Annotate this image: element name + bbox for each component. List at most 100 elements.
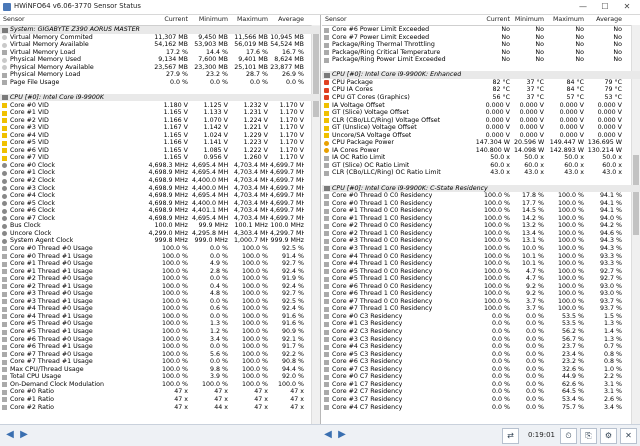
- sensor-group-header[interactable]: CPU [#0]: Intel Core i9-9900K: Enhanced: [322, 71, 640, 79]
- sensor-row[interactable]: Core #4 Thread #1 Usage 100.0 % 0.0 % 100.0…: [0, 313, 320, 321]
- sensor-row[interactable]: Physical Memory Available 23,567 MB 23,300…: [0, 64, 320, 72]
- sensor-row[interactable]: Physical Memory Used 9,134 MB 7,600 MB 9,40…: [0, 56, 320, 64]
- sensor-row[interactable]: Core #2 C3 Residency 0.0 % 0.0 % 56.2 % 1.4 …: [322, 328, 640, 336]
- sensor-row[interactable]: Core #0 Thread 0 C0 Residency 100.0 % 17.8…: [322, 192, 640, 200]
- sensor-row[interactable]: Core #7 Thread 0 C0 Residency 100.0 % 3.7 …: [322, 298, 640, 306]
- sensor-row[interactable]: Core #2 Ratio 47 x 44 x 47 x 47 x: [0, 404, 320, 412]
- col-sensor[interactable]: Sensor: [3, 15, 25, 25]
- sensor-row[interactable]: Virtual Memory Commited 11,307 MB 9,450 MB…: [0, 34, 320, 42]
- sensor-row[interactable]: Core #4 VID 1.165 V 1.024 V 1.229 V 1.170 V: [0, 132, 320, 140]
- sensor-row[interactable]: Core #4 Clock 4,698.9 MHz 4,695.4 MHz 4,703…: [0, 192, 320, 200]
- sensor-row[interactable]: CPU Package Power 147.304 W 20.596 W 149.44…: [322, 139, 640, 147]
- sensor-row[interactable]: Core #7 Thread 1 C0 Residency 100.0 % 3.7 …: [322, 305, 640, 313]
- sensor-row[interactable]: Core #6 Thread #0 Usage 100.0 % 3.4 % 100.0…: [0, 336, 320, 344]
- sensor-row[interactable]: Core #3 C3 Residency 0.0 % 0.0 % 56.7 % 1.3 …: [322, 336, 640, 344]
- sensor-row[interactable]: Core #3 VID 1.167 V 1.142 V 1.221 V 1.170 V: [0, 124, 320, 132]
- sensor-row[interactable]: Core #0 C7 Residency 0.0 % 0.0 % 44.9 % 2.2 …: [322, 373, 640, 381]
- sensor-row[interactable]: Core #5 Thread #1 Usage 100.0 % 1.2 % 100.0…: [0, 328, 320, 336]
- col-average[interactable]: Average: [270, 15, 304, 25]
- sensor-row[interactable]: Core #5 C3 Residency 0.0 % 0.0 % 23.4 % 0.8 …: [322, 351, 640, 359]
- sensor-row[interactable]: Core #5 Thread #0 Usage 100.0 % 1.3 % 100.0…: [0, 320, 320, 328]
- col-minimum[interactable]: Minimum: [514, 15, 544, 25]
- report-icon[interactable]: ⎘: [580, 428, 597, 444]
- sensor-row[interactable]: Package/Ring Power Limit Exceeded No No No N…: [322, 56, 640, 64]
- sensor-table-right[interactable]: Sensor Current Minimum Maximum Average C…: [322, 15, 640, 424]
- sensor-row[interactable]: Physical Memory Load 27.9 % 23.2 % 28.7 % 26…: [0, 71, 320, 79]
- sensor-row[interactable]: CPU IA Cores 82 °C 37 °C 84 °C 79 °C: [322, 86, 640, 94]
- sensor-row[interactable]: Core #7 VID 1.165 V 0.956 V 1.260 V 1.170 V: [0, 154, 320, 162]
- sensor-row[interactable]: Core #3 Thread 0 C0 Residency 100.0 % 13.1…: [322, 237, 640, 245]
- sensor-row[interactable]: Core #0 C3 Residency 0.0 % 0.0 % 53.5 % 1.5 …: [322, 313, 640, 321]
- sensor-row[interactable]: Core #6 Clock 4,698.9 MHz 4,401.1 MHz 4,703…: [0, 207, 320, 215]
- sensor-row[interactable]: System Agent Clock 999.8 MHz 999.0 MHz 1,00…: [0, 237, 320, 245]
- nav-forward-icon[interactable]: ▶: [18, 429, 30, 441]
- sensor-row[interactable]: GT (Slice) Voltage Offset 0.000 V 0.000 V 0…: [322, 109, 640, 117]
- sensor-row[interactable]: Core #1 Clock 4,698.9 MHz 4,695.4 MHz 4,703…: [0, 169, 320, 177]
- sensor-row[interactable]: Core #2 Thread #0 Usage 100.0 % 0.0 % 100.0…: [0, 275, 320, 283]
- sensor-row[interactable]: Max CPU/Thread Usage 100.0 % 9.8 % 100.0 % 9…: [0, 366, 320, 374]
- sensor-row[interactable]: Core #1 Thread #1 Usage 100.0 % 2.8 % 100.0…: [0, 268, 320, 276]
- sensor-row[interactable]: Core #2 Thread 1 C0 Residency 100.0 % 13.4…: [322, 230, 640, 238]
- col-minimum[interactable]: Minimum: [192, 15, 228, 25]
- sensor-row[interactable]: Core #1 VID 1.165 V 1.133 V 1.231 V 1.170 V: [0, 109, 320, 117]
- sensor-row[interactable]: Core #1 Thread 1 C0 Residency 100.0 % 14.2…: [322, 215, 640, 223]
- col-average[interactable]: Average: [586, 15, 622, 25]
- sensor-row[interactable]: Core #3 Thread #0 Usage 100.0 % 4.8 % 100.0…: [0, 290, 320, 298]
- sensor-group-header[interactable]: CPU [#0]: Intel Core i9-9900K: [0, 93, 320, 102]
- settings-icon[interactable]: ⚙: [600, 428, 617, 444]
- sensor-row[interactable]: Core #2 Thread #1 Usage 100.0 % 0.4 % 100.0…: [0, 283, 320, 291]
- sensor-row[interactable]: Core #5 VID 1.166 V 1.141 V 1.223 V 1.170 V: [0, 139, 320, 147]
- col-maximum[interactable]: Maximum: [234, 15, 268, 25]
- sensor-row[interactable]: Core #1 C3 Residency 0.0 % 0.0 % 53.5 % 1.3 …: [322, 320, 640, 328]
- sensor-row[interactable]: Bus Clock 100.0 MHz 99.9 MHz 100.1 MHz 100.0…: [0, 222, 320, 230]
- nav-forward-icon[interactable]: ▶: [336, 429, 348, 441]
- sensor-row[interactable]: Core #0 VID 1.180 V 1.125 V 1.232 V 1.170 V: [0, 102, 320, 110]
- col-current[interactable]: Current: [140, 15, 188, 25]
- sensor-row[interactable]: Core #6 C3 Residency 0.0 % 0.0 % 23.2 % 0.8 …: [322, 358, 640, 366]
- sensor-row[interactable]: IA Voltage Offset 0.000 V 0.000 V 0.000 V 0.…: [322, 102, 640, 110]
- sensor-row[interactable]: Core #6 Thread 1 C0 Residency 100.0 % 9.2 …: [322, 290, 640, 298]
- sensor-row[interactable]: Core #2 Thread 0 C0 Residency 100.0 % 13.2…: [322, 222, 640, 230]
- sensor-row[interactable]: Core #6 VID 1.165 V 1.085 V 1.222 V 1.170 V: [0, 147, 320, 155]
- sensor-row[interactable]: Core #4 Thread 1 C0 Residency 100.0 % 10.1…: [322, 260, 640, 268]
- close-button[interactable]: ✕: [616, 0, 638, 14]
- sensor-row[interactable]: Core #4 Thread 0 C0 Residency 100.0 % 10.1…: [322, 253, 640, 261]
- sensor-row[interactable]: Core #5 Clock 4,698.9 MHz 4,400.0 MHz 4,703…: [0, 200, 320, 208]
- sensor-row[interactable]: Core #2 VID 1.166 V 1.070 V 1.224 V 1.170 V: [0, 117, 320, 125]
- sensor-row[interactable]: Uncore/SA Voltage Offset 0.000 V 0.000 V 0.…: [322, 132, 640, 140]
- sensor-row[interactable]: Core #7 C3 Residency 0.0 % 0.0 % 32.6 % 1.0 …: [322, 366, 640, 374]
- sensor-row[interactable]: Core #7 Power Limit Exceeded No No No No: [322, 34, 640, 42]
- sensor-row[interactable]: Core #4 C3 Residency 0.0 % 0.0 % 23.7 % 0.7 …: [322, 343, 640, 351]
- sensor-row[interactable]: Core #2 Clock 4,698.9 MHz 4,400.0 MHz 4,703…: [0, 177, 320, 185]
- sensor-row[interactable]: Page File Usage 0.0 % 0.0 % 0.0 % 0.0 %: [0, 79, 320, 87]
- network-icon[interactable]: ⇄: [502, 428, 519, 444]
- sensor-row[interactable]: Core #3 Thread #1 Usage 100.0 % 0.0 % 100.0…: [0, 298, 320, 306]
- sensor-row[interactable]: Core #4 C7 Residency 0.0 % 0.0 % 75.7 % 3.4 …: [322, 404, 640, 412]
- sensor-row[interactable]: Core #1 Ratio 47 x 47 x 47 x 47 x: [0, 396, 320, 404]
- sensor-row[interactable]: Package/Ring Thermal Throttling No No No No: [322, 41, 640, 49]
- nav-back-icon[interactable]: ◀: [4, 429, 16, 441]
- sensor-row[interactable]: Core #3 Clock 4,698.9 MHz 4,400.0 MHz 4,703…: [0, 185, 320, 193]
- sensor-row[interactable]: GT (Unslice) Voltage Offset 0.000 V 0.000 …: [322, 124, 640, 132]
- sensor-row[interactable]: Core #0 Clock 4,698.3 MHz 4,695.4 MHz 4,703…: [0, 162, 320, 170]
- sensor-row[interactable]: Core #7 Thread #0 Usage 100.0 % 5.6 % 100.0…: [0, 351, 320, 359]
- sensor-group-header[interactable]: System: GIGABYTE Z390 AORUS MASTER: [0, 26, 320, 34]
- nav-back-icon[interactable]: ◀: [322, 429, 334, 441]
- maximize-button[interactable]: ☐: [594, 0, 616, 14]
- minimize-button[interactable]: —: [572, 0, 594, 14]
- sensor-row[interactable]: Core #1 Thread 0 C0 Residency 100.0 % 14.5…: [322, 207, 640, 215]
- sensor-row[interactable]: Core #6 Thread 0 C0 Residency 100.0 % 9.2 …: [322, 283, 640, 291]
- sensor-row[interactable]: Virtual Memory Load 17.2 % 14.4 % 17.6 % 16.…: [0, 49, 320, 57]
- sensor-row[interactable]: Core #1 C7 Residency 0.0 % 0.0 % 62.6 % 3.1 …: [322, 381, 640, 389]
- sensor-row[interactable]: Core #0 Ratio 47 x 47 x 47 x 47 x: [0, 388, 320, 396]
- sensor-row[interactable]: Core #0 Thread 1 C0 Residency 100.0 % 17.7…: [322, 200, 640, 208]
- col-sensor[interactable]: Sensor: [325, 15, 347, 25]
- sensor-row[interactable]: Uncore Clock 4,299.0 MHz 4,295.8 MHz 4,303.…: [0, 230, 320, 238]
- sensor-row[interactable]: Core #0 Thread #0 Usage 100.0 % 0.0 % 100.0…: [0, 245, 320, 253]
- sensor-row[interactable]: Total CPU Usage 100.0 % 3.9 % 100.0 % 92.0 %: [0, 373, 320, 381]
- sensor-row[interactable]: Core #5 Thread 1 C0 Residency 100.0 % 4.7 …: [322, 275, 640, 283]
- sensor-row[interactable]: IA OC Ratio Limit 50.0 x 50.0 x 50.0 x 50.0 …: [322, 154, 640, 162]
- sensor-group-header[interactable]: CPU [#0]: Intel Core i9-9900K: C-State R…: [322, 184, 640, 193]
- sensor-row[interactable]: Core #6 Power Limit Exceeded No No No No: [322, 26, 640, 34]
- sensor-row[interactable]: GT (Slice) OC Ratio Limit 60.0 x 60.0 x 60.…: [322, 162, 640, 170]
